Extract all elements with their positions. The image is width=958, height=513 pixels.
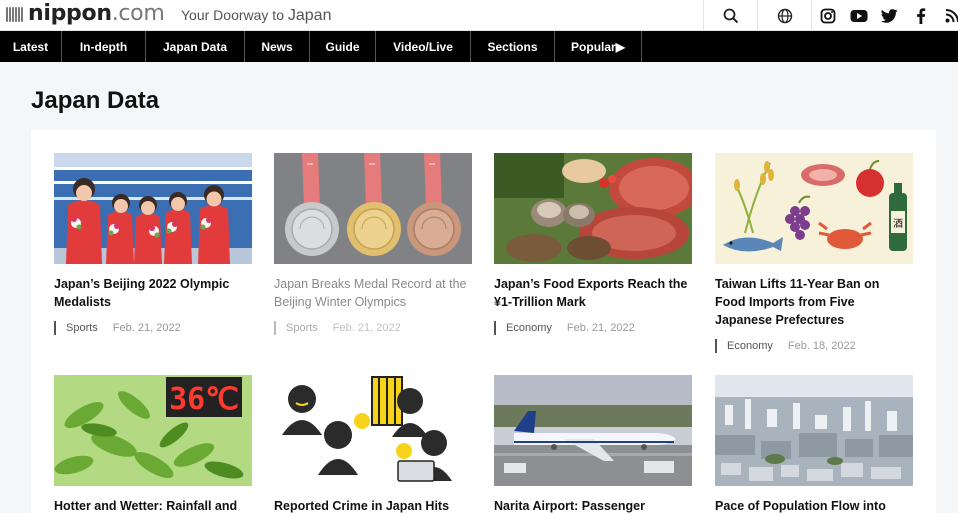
article-title[interactable]: Japan Breaks Medal Record at the Beijing… [274,275,472,311]
social-links [812,0,958,31]
article-meta: Economy Feb. 21, 2022 [494,320,692,336]
article-card[interactable]: 36℃ Hotter and Wetter: Rainfall and [54,375,252,513]
article-date: Feb. 21, 2022 [112,322,181,334]
article-thumbnail[interactable] [54,153,252,264]
logo-text-main: nippon [28,1,112,26]
search-icon [723,8,738,23]
nav-video-live[interactable]: Video/Live [376,31,471,62]
article-card[interactable]: Japan’s Beijing 2022 Olympic Medalists S… [54,153,252,336]
olympic-medals-image [274,153,472,264]
article-title[interactable]: Taiwan Lifts 11-Year Ban on Food Imports… [715,275,913,329]
article-title[interactable]: Japan’s Food Exports Reach the ¥1-Trilli… [494,275,692,311]
article-meta: Economy Feb. 18, 2022 [715,338,913,354]
nav-in-depth[interactable]: In-depth [62,31,146,62]
tagline-emphasis: Japan [287,7,332,24]
page-title: Japan Data [31,87,160,114]
logo-text-domain: .com [111,1,165,26]
article-card[interactable]: Japan’s Food Exports Reach the ¥1-Trilli… [494,153,692,336]
site-logo[interactable]: nippon.com [28,1,165,26]
article-card[interactable]: Japan Breaks Medal Record at the Beijing… [274,153,472,336]
olympic-medalists-image [54,153,252,264]
article-meta: Sports Feb. 21, 2022 [274,320,472,336]
article-date: Feb. 18, 2022 [787,340,856,352]
article-meta: Sports Feb. 21, 2022 [54,320,252,336]
article-thumbnail[interactable] [494,375,692,486]
youtube-icon [850,9,867,22]
article-card[interactable]: 酒 Taiwan Lifts 11-Year Ban on Food Impor… [715,153,913,354]
nav-news[interactable]: News [245,31,310,62]
nav-latest[interactable]: Latest [0,31,62,62]
facebook-link[interactable] [905,0,936,31]
article-thumbnail[interactable] [715,375,913,486]
twitter-icon [881,8,898,23]
article-date: Feb. 21, 2022 [332,322,401,334]
site-header: nippon.com Your Doorway to Japan [0,0,958,31]
site-tagline: Your Doorway to Japan [181,6,331,25]
article-thumbnail[interactable] [494,153,692,264]
category-divider [494,321,496,335]
article-thumbnail[interactable] [274,375,472,486]
category-divider [54,321,56,335]
category-divider [274,321,276,335]
hot-weather-image: 36℃ [54,375,252,486]
article-date: Feb. 21, 2022 [566,322,635,334]
article-category[interactable]: Economy [727,340,773,352]
nav-japan-data[interactable]: Japan Data [146,31,245,62]
narita-airport-image [494,375,692,486]
crime-illustration [274,375,472,486]
nav-sections[interactable]: Sections [471,31,555,62]
language-button[interactable] [757,0,812,31]
article-title[interactable]: Reported Crime in Japan Hits [274,497,472,513]
article-category[interactable]: Economy [506,322,552,334]
instagram-link[interactable] [812,0,843,31]
nav-popular[interactable]: Popular▶ [555,31,642,62]
food-imports-illustration: 酒 [715,153,913,264]
article-title[interactable]: Narita Airport: Passenger [494,497,692,513]
main-nav: Latest In-depth Japan Data News Guide Vi… [0,31,958,62]
article-category[interactable]: Sports [286,322,318,334]
article-card[interactable]: Narita Airport: Passenger [494,375,692,513]
article-thumbnail[interactable]: 36℃ [54,375,252,486]
article-card[interactable]: Reported Crime in Japan Hits [274,375,472,513]
article-thumbnail[interactable]: 酒 [715,153,913,264]
nav-guide[interactable]: Guide [310,31,376,62]
article-title[interactable]: Japan’s Beijing 2022 Olympic Medalists [54,275,252,311]
sake-label: 酒 [893,218,903,230]
city-aerial-image [715,375,913,486]
food-exports-image [494,153,692,264]
article-category[interactable]: Sports [66,322,98,334]
article-thumbnail[interactable] [274,153,472,264]
article-grid: Japan’s Beijing 2022 Olympic Medalists S… [31,130,936,513]
instagram-icon [820,8,835,23]
temperature-readout: 36℃ [169,382,239,417]
twitter-link[interactable] [874,0,905,31]
logo-bars-icon [6,7,23,22]
article-card[interactable]: Pace of Population Flow into [715,375,913,513]
article-title[interactable]: Hotter and Wetter: Rainfall and [54,497,252,513]
search-button[interactable] [703,0,757,31]
globe-icon [777,8,792,23]
tagline-prefix: Your Doorway to [181,7,284,23]
category-divider [715,339,717,353]
facebook-icon [916,7,925,24]
youtube-link[interactable] [843,0,874,31]
rss-link[interactable] [936,0,958,31]
rss-icon [945,8,958,22]
article-title[interactable]: Pace of Population Flow into [715,497,913,513]
